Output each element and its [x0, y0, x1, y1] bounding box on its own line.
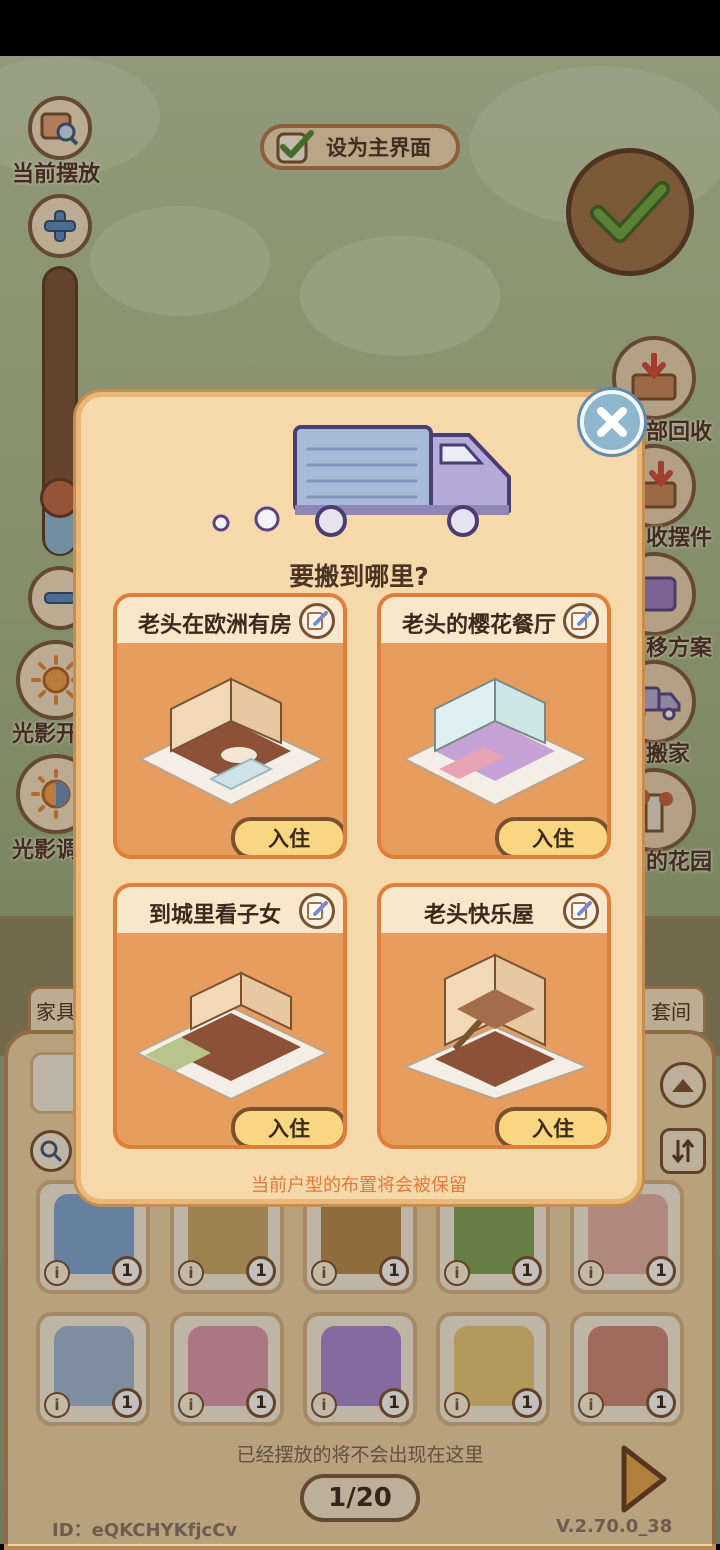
layout-kept-note: 当前户型的布置将会被保留: [251, 1175, 467, 1196]
house-card-happy-house[interactable]: 老头快乐屋 入住: [377, 883, 611, 1149]
edit-icon: [571, 901, 592, 920]
rename-button[interactable]: [299, 893, 335, 929]
close-icon: [597, 407, 627, 437]
edit-icon: [307, 611, 328, 630]
move-in-button[interactable]: 入住: [495, 1107, 607, 1145]
close-button[interactable]: [580, 390, 644, 454]
house-card-sakura-restaurant[interactable]: 老头的樱花餐厅 入住: [377, 593, 611, 859]
move-in-button[interactable]: 入住: [495, 817, 607, 855]
house-name: 老头快乐屋: [423, 903, 534, 928]
house-name: 老头在欧洲有房: [137, 613, 292, 638]
house-card-city-visit[interactable]: 到城里看子女 入住: [113, 883, 347, 1149]
rename-button[interactable]: [563, 893, 599, 929]
edit-icon: [307, 901, 328, 920]
house-name: 老头的樱花餐厅: [401, 613, 556, 638]
move-in-button[interactable]: 入住: [231, 817, 343, 855]
house-card-europe[interactable]: 老头在欧洲有房 入住: [113, 593, 347, 859]
house-preview-europe: [138, 677, 326, 807]
edit-icon: [571, 611, 592, 630]
house-name: 到城里看子女: [148, 903, 281, 928]
house-preview-happy: [402, 953, 590, 1099]
move-house-dialog: 要搬到哪里? 老头在欧洲有房 入住 老头的樱花餐厅 入住 到城里看子女 入住 老…: [76, 392, 642, 1204]
house-preview-sakura: [402, 677, 590, 807]
rename-button[interactable]: [299, 603, 335, 639]
dialog-title: 要搬到哪里?: [289, 562, 429, 591]
move-in-button[interactable]: 入住: [231, 1107, 343, 1145]
house-preview-city: [134, 971, 330, 1099]
moving-truck-illustration: [212, 425, 511, 537]
status-bar: [0, 0, 720, 56]
rename-button[interactable]: [563, 603, 599, 639]
